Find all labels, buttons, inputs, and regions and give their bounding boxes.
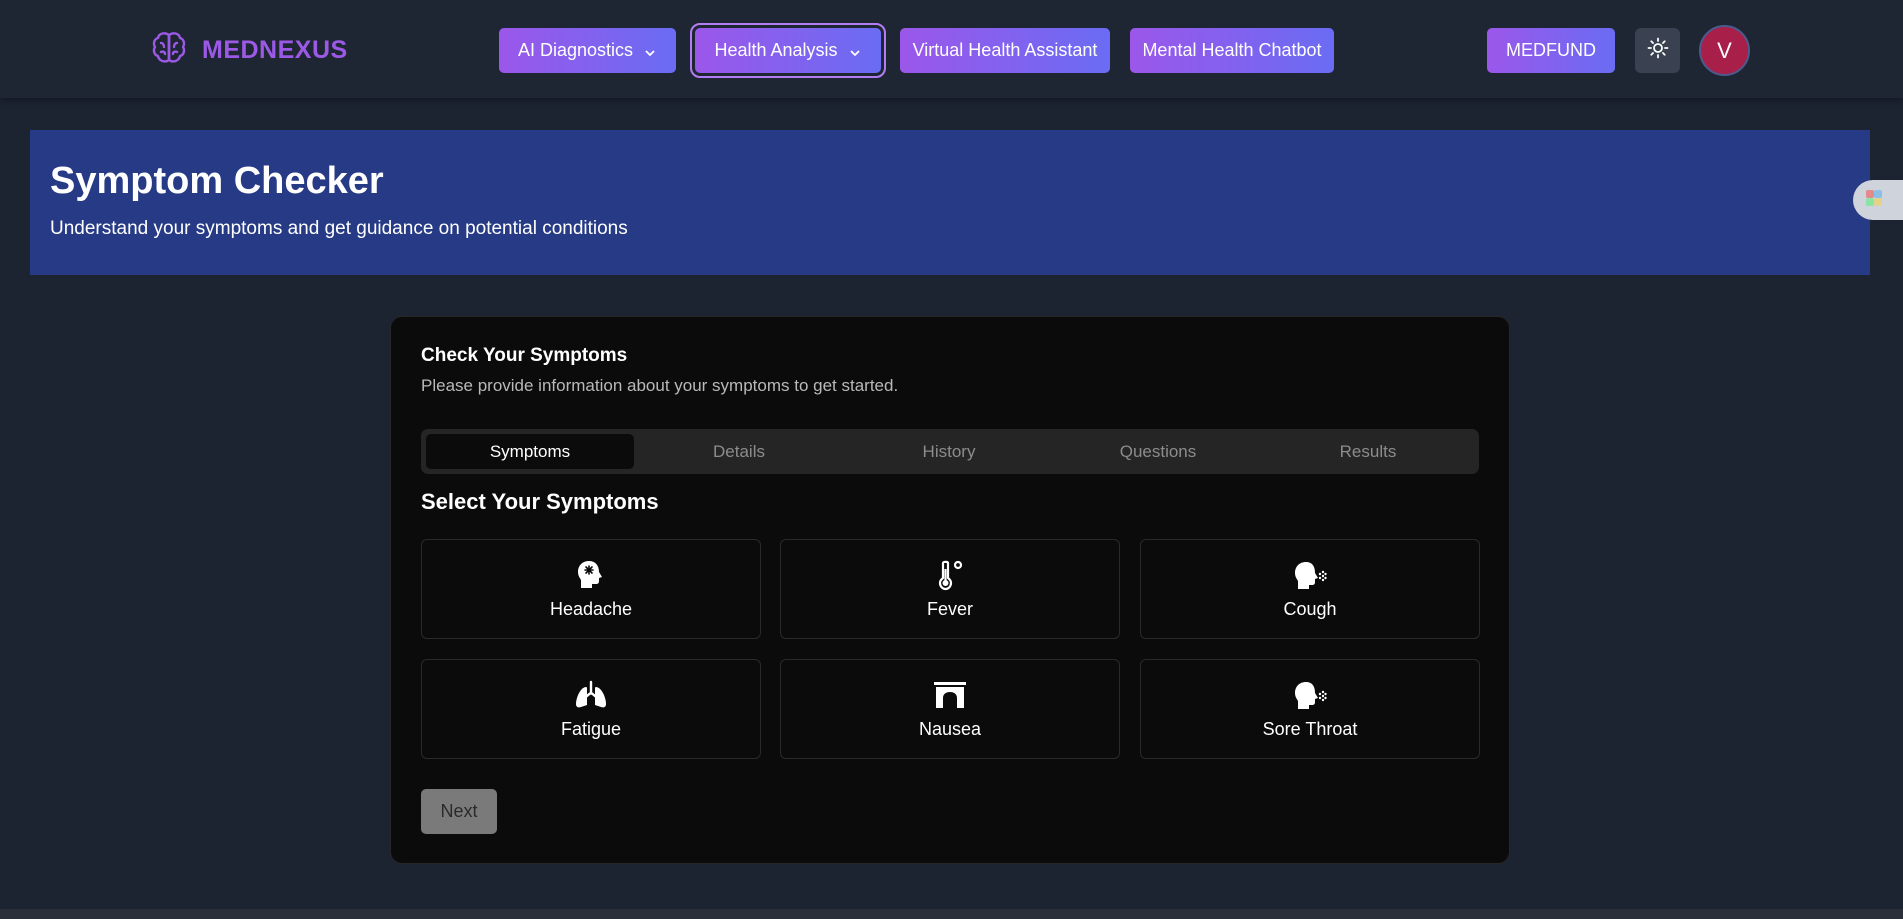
symptom-sore-throat-option[interactable]: Sore Throat xyxy=(1140,659,1480,759)
symptom-cough-option[interactable]: Cough xyxy=(1140,539,1480,639)
tab-questions[interactable]: Questions xyxy=(1054,434,1262,469)
archway-icon xyxy=(933,679,967,711)
nav-virtual-assistant-button[interactable]: Virtual Health Assistant xyxy=(900,28,1110,73)
tab-symptoms[interactable]: Symptoms xyxy=(426,434,634,469)
thermometer-icon xyxy=(933,559,967,591)
page-subtitle: Understand your symptoms and get guidanc… xyxy=(50,218,628,239)
head-pain-icon xyxy=(574,559,608,591)
user-avatar[interactable]: V xyxy=(1699,25,1750,76)
symptom-label: Fever xyxy=(926,598,973,619)
theme-toggle-button[interactable] xyxy=(1635,28,1680,73)
symptom-headache-option[interactable]: Headache xyxy=(421,539,761,639)
symptom-fatigue-option[interactable]: Fatigue xyxy=(421,659,761,759)
symptom-label: Headache xyxy=(549,598,633,619)
hero-banner: Symptom Checker Understand your symptoms… xyxy=(30,130,1870,275)
brain-icon xyxy=(150,29,188,72)
symptom-fever-option[interactable]: Fever xyxy=(780,539,1120,639)
step-tabs: Symptoms Details History Questions Resul… xyxy=(421,429,1479,474)
nav-virtual-assistant-label: Virtual Health Assistant xyxy=(912,40,1098,60)
section-title: Select Your Symptoms xyxy=(421,489,659,514)
tab-results[interactable]: Results xyxy=(1264,434,1472,469)
medfund-button[interactable]: MEDFUND xyxy=(1487,28,1615,73)
brand-logo[interactable]: MEDNEXUS xyxy=(150,28,348,72)
brand-name: MEDNEXUS xyxy=(202,35,348,64)
nav-ai-diagnostics-button[interactable]: AI Diagnostics xyxy=(499,28,676,73)
chevron-down-icon xyxy=(848,44,862,58)
symptom-label: Fatigue xyxy=(560,718,622,739)
symptom-label: Sore Throat xyxy=(1262,718,1358,739)
nav-ai-diagnostics-label: AI Diagnostics xyxy=(517,40,634,60)
symptom-label: Nausea xyxy=(918,718,982,739)
next-button[interactable]: Next xyxy=(421,789,497,834)
symptom-label: Cough xyxy=(1283,598,1337,619)
nav-mental-chatbot-button[interactable]: Mental Health Chatbot xyxy=(1130,28,1334,73)
top-navbar: MEDNEXUS AI Diagnostics Health Analysis … xyxy=(0,0,1903,98)
extension-side-tab[interactable] xyxy=(1853,180,1903,220)
card-description: Please provide information about your sy… xyxy=(421,376,899,395)
avatar-initial: V xyxy=(1717,37,1732,63)
medfund-label: MEDFUND xyxy=(1506,40,1596,60)
extension-icon xyxy=(1863,187,1885,214)
chevron-down-icon xyxy=(643,44,657,58)
head-cough-icon xyxy=(1293,559,1327,591)
tab-details[interactable]: Details xyxy=(635,434,843,469)
head-cough-icon xyxy=(1293,679,1327,711)
tab-history[interactable]: History xyxy=(845,434,1053,469)
bottom-scroll-area xyxy=(0,909,1903,919)
symptom-checker-card: Check Your Symptoms Please provide infor… xyxy=(390,316,1510,864)
lungs-icon xyxy=(574,679,608,711)
card-title: Check Your Symptoms xyxy=(421,345,628,366)
nav-health-analysis-button[interactable]: Health Analysis xyxy=(690,23,886,78)
sun-icon xyxy=(1647,37,1669,64)
page-title: Symptom Checker xyxy=(50,160,384,202)
nav-health-analysis-label: Health Analysis xyxy=(714,40,838,60)
nav-mental-chatbot-label: Mental Health Chatbot xyxy=(1142,40,1322,60)
symptom-nausea-option[interactable]: Nausea xyxy=(780,659,1120,759)
